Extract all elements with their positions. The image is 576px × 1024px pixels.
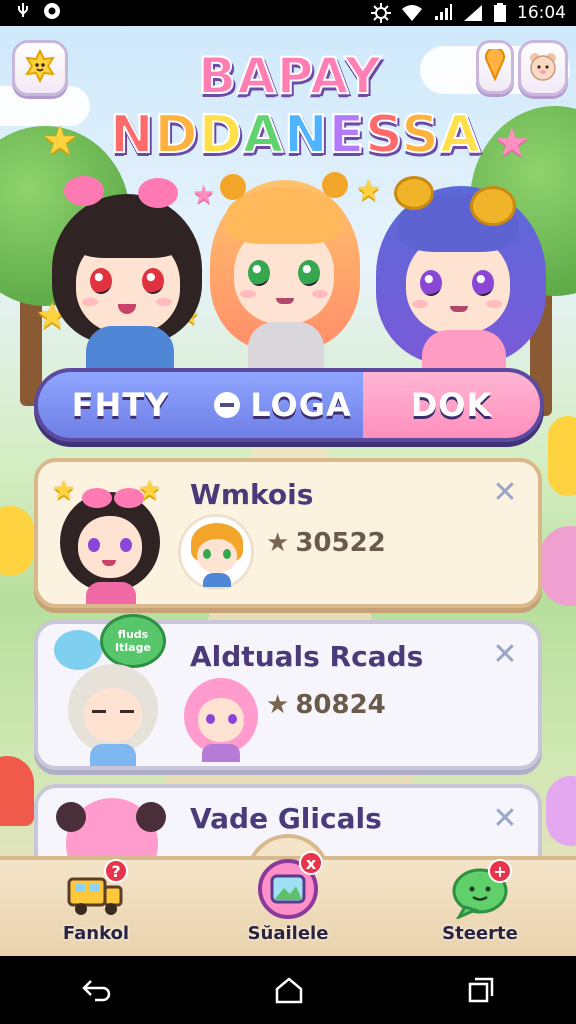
sun-face-button[interactable] <box>12 40 68 96</box>
yellow-creature <box>0 506 34 576</box>
speech-bubble-text: fluds Itlage <box>115 628 151 654</box>
pin-icon <box>484 46 506 85</box>
star-icon: ★ <box>266 690 290 720</box>
yellow-creature <box>548 416 576 496</box>
minus-icon <box>214 392 241 418</box>
usb-icon <box>14 2 32 25</box>
profile-button[interactable] <box>518 40 568 96</box>
pin-button[interactable] <box>476 40 514 94</box>
logo-letter: N <box>283 104 329 166</box>
bottom-nav: ? Fankol x Sŭailele + Steerte <box>0 851 576 956</box>
card-title: Wmkois <box>190 478 314 511</box>
list-card[interactable]: fluds Itlage Aldtuals Rcads ✕ ★ 80824 <box>34 614 542 770</box>
mushroom <box>0 756 34 826</box>
nav-label: Fankol <box>62 923 130 944</box>
close-icon[interactable]: ✕ <box>490 640 520 670</box>
pink-creature <box>540 526 576 606</box>
tab-fhty[interactable]: FHTY <box>38 372 203 438</box>
nav-badge: x <box>299 851 323 875</box>
speech-bubble: fluds Itlage <box>100 614 166 668</box>
card-avatar-main <box>60 488 160 604</box>
tab-bar: FHTY LOGA DOK <box>34 368 544 442</box>
system-nav-bar <box>0 956 576 1024</box>
list-card[interactable]: ★ ★ Wmkois ✕ ★ 30522 <box>34 458 542 608</box>
character-orange-hair <box>204 166 364 376</box>
signal-icon <box>433 4 453 22</box>
game-screen: BAPAY NDDANESSA ★ ★ ★ ★ ★ ★ <box>0 26 576 956</box>
recent-apps-icon[interactable] <box>467 976 495 1004</box>
sun-face-icon <box>23 48 57 87</box>
settings-icon <box>371 3 391 23</box>
star-icon: ★ <box>266 528 290 558</box>
chat-bubble-icon: + <box>450 859 512 921</box>
logo-letter: A <box>242 104 285 166</box>
character-black-hair <box>48 176 208 386</box>
back-icon[interactable] <box>81 977 111 1003</box>
close-icon[interactable]: ✕ <box>490 478 520 508</box>
wifi-icon <box>401 4 423 22</box>
card-score-value: 30522 <box>295 528 386 558</box>
bear-face-icon <box>527 50 559 86</box>
nav-label: Sŭailele <box>247 923 329 944</box>
logo-letter: S <box>400 104 440 166</box>
status-bar: 16:04 <box>0 0 576 26</box>
logo-letter: N <box>109 104 155 166</box>
tab-loga-label: LOGA <box>250 386 352 424</box>
close-icon[interactable]: ✕ <box>490 804 520 834</box>
nav-label: Steerte <box>442 923 518 944</box>
star-decoration: ★ <box>494 120 530 166</box>
record-icon <box>42 1 62 26</box>
logo-letter: D <box>154 104 199 166</box>
card-score-value: 80824 <box>295 690 386 720</box>
logo-letter: E <box>328 104 366 166</box>
card-title: Aldtuals Rcads <box>190 640 424 673</box>
card-score: ★ 80824 <box>266 690 386 720</box>
star-decoration: ★ <box>42 118 78 164</box>
game-logo: BAPAY NDDANESSA <box>109 47 481 166</box>
tab-loga[interactable]: LOGA <box>203 372 363 438</box>
tab-fhty-label: FHTY <box>71 386 170 424</box>
logo-letter: A <box>439 104 482 166</box>
nav-badge: + <box>488 859 512 883</box>
nav-badge: ? <box>104 859 128 883</box>
character-blue-hair <box>370 174 550 380</box>
battery-icon <box>493 3 507 23</box>
logo-letter: D <box>198 104 243 166</box>
truck-icon: ? <box>66 859 128 921</box>
card-title: Vade Glicals <box>190 802 382 835</box>
card-avatar-main <box>68 664 158 766</box>
clock-time: 16:04 <box>517 3 566 23</box>
photo-frame-icon: x <box>255 851 323 921</box>
card-avatar-small <box>184 678 258 762</box>
signal-icon-2 <box>463 4 483 22</box>
tab-dok[interactable]: DOK <box>363 372 540 438</box>
logo-line-2: NDDANESSA <box>109 104 481 166</box>
logo-line-1: BAPAY <box>197 47 382 105</box>
card-avatar-small <box>178 514 254 590</box>
logo-letter: S <box>364 104 402 166</box>
nav-item-suailele[interactable]: x Sŭailele <box>218 851 358 944</box>
nav-item-fankol[interactable]: ? Fankol <box>26 859 166 944</box>
home-icon[interactable] <box>274 976 304 1004</box>
nav-item-steerte[interactable]: + Steerte <box>410 859 550 944</box>
card-score: ★ 30522 <box>266 528 386 558</box>
tab-dok-label: DOK <box>410 386 493 424</box>
purple-creature <box>546 776 576 846</box>
